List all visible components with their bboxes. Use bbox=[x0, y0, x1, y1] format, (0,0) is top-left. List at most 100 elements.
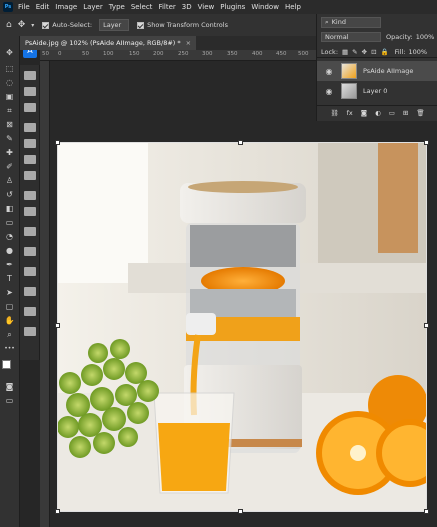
panel-icon-1[interactable] bbox=[24, 71, 36, 80]
menu-edit[interactable]: Edit bbox=[36, 3, 50, 11]
document-tab[interactable]: PsAide.jpg @ 102% (PsAide AIImage, RGB/8… bbox=[20, 36, 197, 50]
panel-icon-9[interactable] bbox=[24, 207, 36, 216]
menu-window[interactable]: Window bbox=[251, 3, 279, 11]
quick-mask-icon[interactable]: ◙ bbox=[3, 382, 16, 392]
menu-view[interactable]: View bbox=[198, 3, 215, 11]
trash-icon[interactable]: 🗑 bbox=[416, 109, 424, 117]
crop-tool[interactable]: ⌗ bbox=[3, 106, 16, 116]
brush-tool[interactable]: ✐ bbox=[3, 162, 16, 172]
transform-handle-left[interactable] bbox=[55, 323, 60, 328]
transform-handle-top[interactable] bbox=[238, 140, 243, 145]
panel-icon-8[interactable] bbox=[24, 191, 36, 200]
panel-icon-12[interactable] bbox=[24, 267, 36, 276]
path-select-tool[interactable]: ➤ bbox=[3, 288, 16, 298]
screen-mode-icon[interactable]: ▭ bbox=[3, 396, 16, 406]
opacity-value[interactable]: 100% bbox=[416, 33, 435, 41]
layer-name[interactable]: PsAide AIImage bbox=[363, 67, 413, 75]
panel-icon-14[interactable] bbox=[24, 307, 36, 316]
blend-mode-dropdown[interactable]: Normal bbox=[321, 32, 381, 42]
hand-tool[interactable]: ✋ bbox=[3, 316, 16, 326]
menu-select[interactable]: Select bbox=[131, 3, 153, 11]
menu-plugins[interactable]: Plugins bbox=[220, 3, 245, 11]
eyedropper-tool[interactable]: ✎ bbox=[3, 134, 16, 144]
lock-label: Lock: bbox=[321, 47, 339, 56]
transform-handle-bottom-right[interactable] bbox=[424, 509, 429, 514]
menu-type[interactable]: Type bbox=[109, 3, 125, 11]
close-icon[interactable]: × bbox=[186, 39, 191, 47]
eraser-tool[interactable]: ◧ bbox=[3, 204, 16, 214]
lock-position-icon[interactable]: ✥ bbox=[362, 48, 367, 56]
lock-image-icon[interactable]: ✎ bbox=[352, 48, 357, 56]
layers-panel: ⌕ Kind Normal Opacity: 100% Lock: ▦ ✎ ✥ … bbox=[316, 14, 437, 121]
new-layer-icon[interactable]: ⊞ bbox=[403, 109, 408, 117]
panel-icon-4[interactable] bbox=[24, 123, 36, 132]
transform-handle-bottom[interactable] bbox=[238, 509, 243, 514]
lock-artboard-icon[interactable]: ⊡ bbox=[371, 48, 376, 56]
transform-handle-top-right[interactable] bbox=[424, 140, 429, 145]
layer-filter-row: ⌕ Kind bbox=[317, 16, 437, 28]
history-brush-tool[interactable]: ↺ bbox=[3, 190, 16, 200]
healing-brush-tool[interactable]: ✚ bbox=[3, 148, 16, 158]
menu-help[interactable]: Help bbox=[285, 3, 301, 11]
fill-label: Fill: bbox=[394, 47, 406, 56]
chevron-down-icon[interactable]: ▾ bbox=[31, 22, 34, 29]
zoom-tool[interactable]: ⌕ bbox=[3, 330, 16, 340]
move-tool-icon[interactable]: ✥ bbox=[18, 20, 26, 30]
panel-icon-6[interactable] bbox=[24, 155, 36, 164]
ruler-tick-label: 100 bbox=[103, 51, 114, 57]
menu-layer[interactable]: Layer bbox=[83, 3, 103, 11]
visibility-eye-icon[interactable]: ◉ bbox=[322, 87, 336, 96]
frame-tool[interactable]: ⊠ bbox=[3, 120, 16, 130]
gradient-tool[interactable]: ▭ bbox=[3, 218, 16, 228]
panel-icon-5[interactable] bbox=[24, 139, 36, 148]
panel-icon-3[interactable] bbox=[24, 103, 36, 112]
fill-value[interactable]: 100% bbox=[409, 48, 428, 56]
auto-select-checkbox[interactable] bbox=[42, 21, 50, 29]
home-icon[interactable]: ⌂ bbox=[6, 20, 12, 30]
blur-tool[interactable]: ◔ bbox=[3, 232, 16, 242]
fx-icon[interactable]: fx bbox=[347, 109, 353, 117]
layer-filter-dropdown[interactable]: ⌕ Kind bbox=[321, 16, 381, 28]
transform-handle-top-left[interactable] bbox=[55, 140, 60, 145]
menu-filter[interactable]: Filter bbox=[158, 3, 175, 11]
object-select-tool[interactable]: ▣ bbox=[3, 92, 16, 102]
marquee-tool[interactable]: ⬚ bbox=[3, 64, 16, 74]
mask-icon[interactable]: ◙ bbox=[361, 109, 367, 117]
ruler-tick-label: 200 bbox=[153, 51, 164, 57]
ruler-tick-label: 250 bbox=[178, 51, 189, 57]
transform-handle-bottom-left[interactable] bbox=[55, 509, 60, 514]
menu-3d[interactable]: 3D bbox=[182, 3, 192, 11]
auto-select-dropdown[interactable]: Layer bbox=[99, 19, 130, 31]
shape-tool[interactable]: ▢ bbox=[3, 302, 16, 312]
layer-name[interactable]: Layer 0 bbox=[363, 87, 387, 95]
panel-icon-10[interactable] bbox=[24, 227, 36, 236]
ruler-tick-label: 300 bbox=[202, 51, 213, 57]
adjustment-icon[interactable]: ◐ bbox=[375, 109, 381, 117]
layer-row[interactable]: ◉ PsAide AIImage bbox=[317, 61, 437, 81]
type-tool[interactable]: T bbox=[3, 274, 16, 284]
panel-icon-11[interactable] bbox=[24, 247, 36, 256]
panel-icon-2[interactable] bbox=[24, 87, 36, 96]
transform-controls-checkbox[interactable] bbox=[137, 21, 145, 29]
lock-all-icon[interactable]: 🔒 bbox=[381, 48, 389, 56]
blend-row: Normal Opacity: 100% bbox=[317, 31, 437, 43]
more-tools-icon[interactable]: ••• bbox=[3, 344, 16, 354]
panel-icon-15[interactable] bbox=[24, 327, 36, 336]
move-tool[interactable]: ✥ bbox=[3, 48, 16, 58]
lock-transparent-icon[interactable]: ▦ bbox=[342, 48, 348, 56]
pen-tool[interactable]: ✒ bbox=[3, 260, 16, 270]
transform-handle-right[interactable] bbox=[424, 323, 429, 328]
folder-icon[interactable]: ▭ bbox=[389, 109, 395, 117]
menu-file[interactable]: File bbox=[18, 3, 30, 11]
visibility-eye-icon[interactable]: ◉ bbox=[322, 67, 336, 76]
layer-row[interactable]: ◉ Layer 0 bbox=[317, 81, 437, 101]
dodge-tool[interactable]: ● bbox=[3, 246, 16, 256]
stamp-tool[interactable]: ♙ bbox=[3, 176, 16, 186]
link-icon[interactable]: ⛓ bbox=[330, 109, 338, 117]
panel-icon-13[interactable] bbox=[24, 287, 36, 296]
transform-bounding-box[interactable] bbox=[55, 140, 429, 514]
menu-image[interactable]: Image bbox=[55, 3, 77, 11]
lasso-tool[interactable]: ◌ bbox=[3, 78, 16, 88]
panel-icon-7[interactable] bbox=[24, 171, 36, 180]
foreground-color-swatch[interactable] bbox=[2, 360, 11, 369]
